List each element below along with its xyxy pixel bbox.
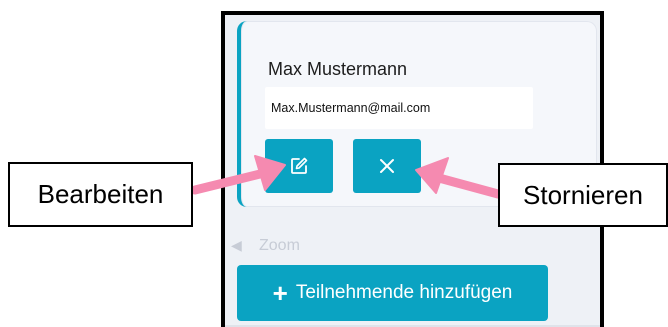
arrow-head-edit: [254, 155, 286, 191]
callout-bearbeiten: Bearbeiten: [8, 162, 193, 227]
callout-stornieren: Stornieren: [498, 163, 668, 227]
arrow-to-edit: [190, 167, 273, 195]
